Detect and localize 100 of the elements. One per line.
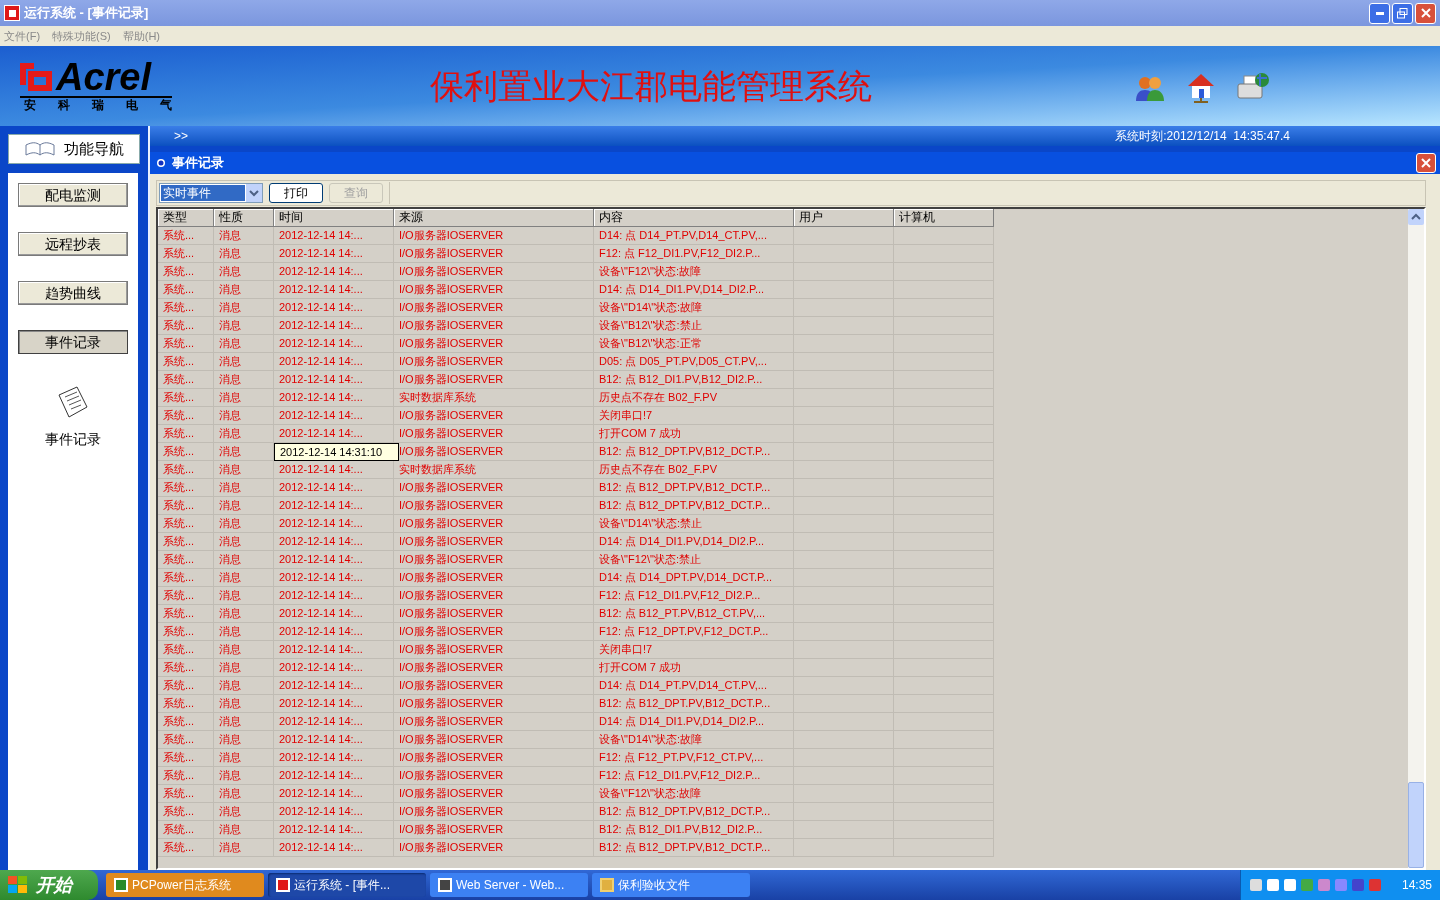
table-cell: 消息 [214, 353, 274, 371]
column-header[interactable]: 性质 [214, 209, 274, 227]
table-cell: I/O服务器IOSERVER [394, 317, 594, 335]
table-cell: 2012-12-14 14:... [274, 479, 394, 497]
window-title: 运行系统 - [事件记录] [24, 4, 149, 23]
table-cell: 2012-12-14 14:... [274, 497, 394, 515]
column-header[interactable]: 类型 [158, 209, 214, 227]
table-cell: 系统... [158, 263, 214, 281]
column-header[interactable]: 用户 [794, 209, 894, 227]
table-cell: 消息 [214, 731, 274, 749]
start-button[interactable]: 开始 [0, 870, 98, 900]
table-cell: 消息 [214, 749, 274, 767]
nav-button[interactable]: 远程抄表 [18, 232, 128, 256]
table-cell: 系统... [158, 479, 214, 497]
table-cell: I/O服务器IOSERVER [394, 425, 594, 443]
table-cell: 2012-12-14 14:... [274, 353, 394, 371]
table-cell: I/O服务器IOSERVER [394, 749, 594, 767]
table-cell: 消息 [214, 281, 274, 299]
users-icon [1134, 75, 1166, 101]
bullet-icon [156, 158, 166, 168]
table-cell: 系统... [158, 695, 214, 713]
table-cell: 2012-12-14 14:... [274, 299, 394, 317]
toolbar-button[interactable]: 打印 [269, 183, 323, 203]
panel-close-button[interactable] [1416, 153, 1436, 173]
table-cell: I/O服务器IOSERVER [394, 245, 594, 263]
table-cell: I/O服务器IOSERVER [394, 605, 594, 623]
panel-title: 事件记录 [172, 154, 224, 173]
expand-toggle[interactable]: >> [174, 127, 188, 145]
column-header[interactable]: 内容 [594, 209, 794, 227]
column-header[interactable]: 计算机 [894, 209, 994, 227]
app-logo-icon [4, 5, 20, 21]
table-cell: B12: 点 B12_DI1.PV,B12_DI2.P... [594, 371, 794, 389]
scroll-up-icon[interactable] [1408, 209, 1424, 225]
table-cell: 系统... [158, 839, 214, 857]
table-cell: I/O服务器IOSERVER [394, 371, 594, 389]
table-cell: 系统... [158, 551, 214, 569]
table-cell: 消息 [214, 605, 274, 623]
logo-subtitle-char: 气 [160, 98, 172, 112]
table-cell: I/O服务器IOSERVER [394, 227, 594, 245]
table-cell: 消息 [214, 659, 274, 677]
table-cell: 系统... [158, 497, 214, 515]
table-cell: 消息 [214, 515, 274, 533]
table-cell: 打开COM 7 成功 [594, 425, 794, 443]
column-header[interactable]: 时间 [274, 209, 394, 227]
table-cell: I/O服务器IOSERVER [394, 335, 594, 353]
table-cell: 系统... [158, 353, 214, 371]
close-button[interactable] [1415, 2, 1436, 24]
table-cell: D14: 点 D14_DI1.PV,D14_DI2.P... [594, 713, 794, 731]
taskbar-button[interactable]: Web Server - Web... [430, 873, 588, 897]
logo-icon [20, 63, 52, 91]
table-cell: I/O服务器IOSERVER [394, 731, 594, 749]
table-cell: F12: 点 F12_DI1.PV,F12_DI2.P... [594, 245, 794, 263]
filter-dropdown[interactable]: 实时事件 [159, 183, 263, 203]
minimize-button[interactable] [1369, 2, 1390, 24]
table-cell: F12: 点 F12_DPT.PV,F12_DCT.P... [594, 623, 794, 641]
table-cell: I/O服务器IOSERVER [394, 785, 594, 803]
scroll-thumb[interactable] [1408, 782, 1424, 868]
taskbar-button[interactable]: 保利验收文件 [592, 873, 750, 897]
table-cell: 设备\"B12\"状态:正常 [594, 335, 794, 353]
restore-button[interactable] [1392, 2, 1413, 24]
cell-tooltip: 2012-12-14 14:31:10 [274, 443, 399, 461]
table-cell: 系统... [158, 731, 214, 749]
table-cell: D14: 点 D14_PT.PV,D14_CT.PV,... [594, 677, 794, 695]
table-cell: 消息 [214, 677, 274, 695]
table-cell: 2012-12-14 14:... [274, 803, 394, 821]
table-cell: 消息 [214, 713, 274, 731]
table-cell: 关闭串口!7 [594, 407, 794, 425]
table-cell: 2012-12-14 14:... [274, 641, 394, 659]
table-cell: F12: 点 F12_DI1.PV,F12_DI2.P... [594, 767, 794, 785]
table-cell: 消息 [214, 317, 274, 335]
tray-icon[interactable] [1351, 878, 1365, 892]
tray-icon[interactable] [1368, 878, 1382, 892]
table-cell: 消息 [214, 803, 274, 821]
table-cell: 系统... [158, 425, 214, 443]
window-icon [276, 878, 290, 892]
table-cell: F12: 点 F12_PT.PV,F12_CT.PV,... [594, 749, 794, 767]
table-cell: I/O服务器IOSERVER [394, 695, 594, 713]
table-cell: 设备\"D14\"状态:故障 [594, 731, 794, 749]
table-cell: 系统... [158, 767, 214, 785]
system-title: 保利置业大江郡电能管理系统 [430, 66, 872, 107]
tray-icon[interactable] [1283, 878, 1297, 892]
column-header[interactable]: 来源 [394, 209, 594, 227]
scrollbar[interactable] [1408, 209, 1424, 868]
window-icon [438, 878, 452, 892]
nav-header-button[interactable]: 功能导航 [8, 134, 140, 164]
table-cell: I/O服务器IOSERVER [394, 407, 594, 425]
tray-icon[interactable] [1266, 878, 1280, 892]
nav-button[interactable]: 配电监测 [18, 183, 128, 207]
nav-button[interactable]: 趋势曲线 [18, 281, 128, 305]
table-cell: 系统... [158, 533, 214, 551]
table-cell: 系统... [158, 227, 214, 245]
table-cell: 消息 [214, 371, 274, 389]
taskbar-button[interactable]: 运行系统 - [事件... [268, 873, 426, 897]
nav-button[interactable]: 事件记录 [18, 330, 128, 354]
table-cell: B12: 点 B12_DPT.PV,B12_DCT.P... [594, 479, 794, 497]
table-cell: B12: 点 B12_DPT.PV,B12_DCT.P... [594, 839, 794, 857]
table-cell: 2012-12-14 14:... [274, 533, 394, 551]
table-cell: 消息 [214, 479, 274, 497]
table-cell: D14: 点 D14_PT.PV,D14_CT.PV,... [594, 227, 794, 245]
tray-icon[interactable] [1249, 878, 1263, 892]
